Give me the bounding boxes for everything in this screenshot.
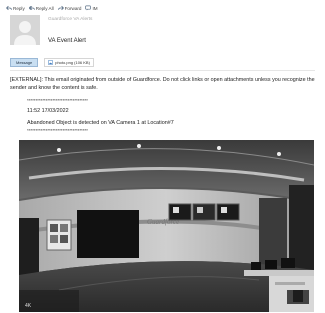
forward-label: Forward bbox=[64, 5, 82, 11]
im-label: IM bbox=[92, 5, 98, 11]
forward-icon bbox=[57, 5, 64, 11]
camera-snapshot[interactable]: Guardforce 4K bbox=[19, 140, 314, 312]
im-button[interactable]: IM bbox=[85, 5, 98, 11]
subject-line: VA Event Alert bbox=[48, 38, 86, 44]
message-header: Guardforce VA Alerts VA Event Alert bbox=[10, 15, 310, 51]
attachment-filename: photo.png (106 KB) bbox=[55, 60, 90, 65]
surveillance-photo: Guardforce 4K bbox=[19, 140, 314, 312]
reply-all-label: Reply All bbox=[35, 5, 54, 11]
reply-icon bbox=[6, 5, 12, 11]
separator-stars-bottom: ************************************ bbox=[27, 128, 88, 133]
external-warning: [EXTERNAL]: This email originated from o… bbox=[10, 77, 315, 92]
avatar bbox=[10, 15, 40, 45]
sender-name[interactable]: Guardforce VA Alerts bbox=[48, 17, 92, 22]
separator-stars-top: ************************************ bbox=[27, 98, 88, 103]
im-icon bbox=[85, 5, 92, 11]
image-file-icon bbox=[48, 60, 53, 65]
reply-all-icon bbox=[28, 5, 35, 11]
photo-caption: 4K bbox=[25, 303, 32, 309]
forward-button[interactable]: Forward bbox=[57, 5, 82, 11]
attachment-file[interactable]: photo.png (106 KB) bbox=[44, 58, 94, 67]
person-silhouette-icon bbox=[14, 21, 36, 45]
attachment-bar: Message photo.png (106 KB) bbox=[10, 58, 310, 67]
event-description: Abandoned Object is detected on VA Camer… bbox=[27, 120, 174, 126]
divider bbox=[10, 70, 315, 71]
reply-button[interactable]: Reply bbox=[6, 5, 25, 11]
reply-all-button[interactable]: Reply All bbox=[28, 5, 54, 11]
event-timestamp: 11:52 17/03/2022 bbox=[27, 108, 69, 114]
reply-label: Reply bbox=[13, 5, 25, 11]
message-tab[interactable]: Message bbox=[10, 58, 39, 67]
message-toolbar: Reply Reply All Forward IM bbox=[6, 3, 98, 13]
